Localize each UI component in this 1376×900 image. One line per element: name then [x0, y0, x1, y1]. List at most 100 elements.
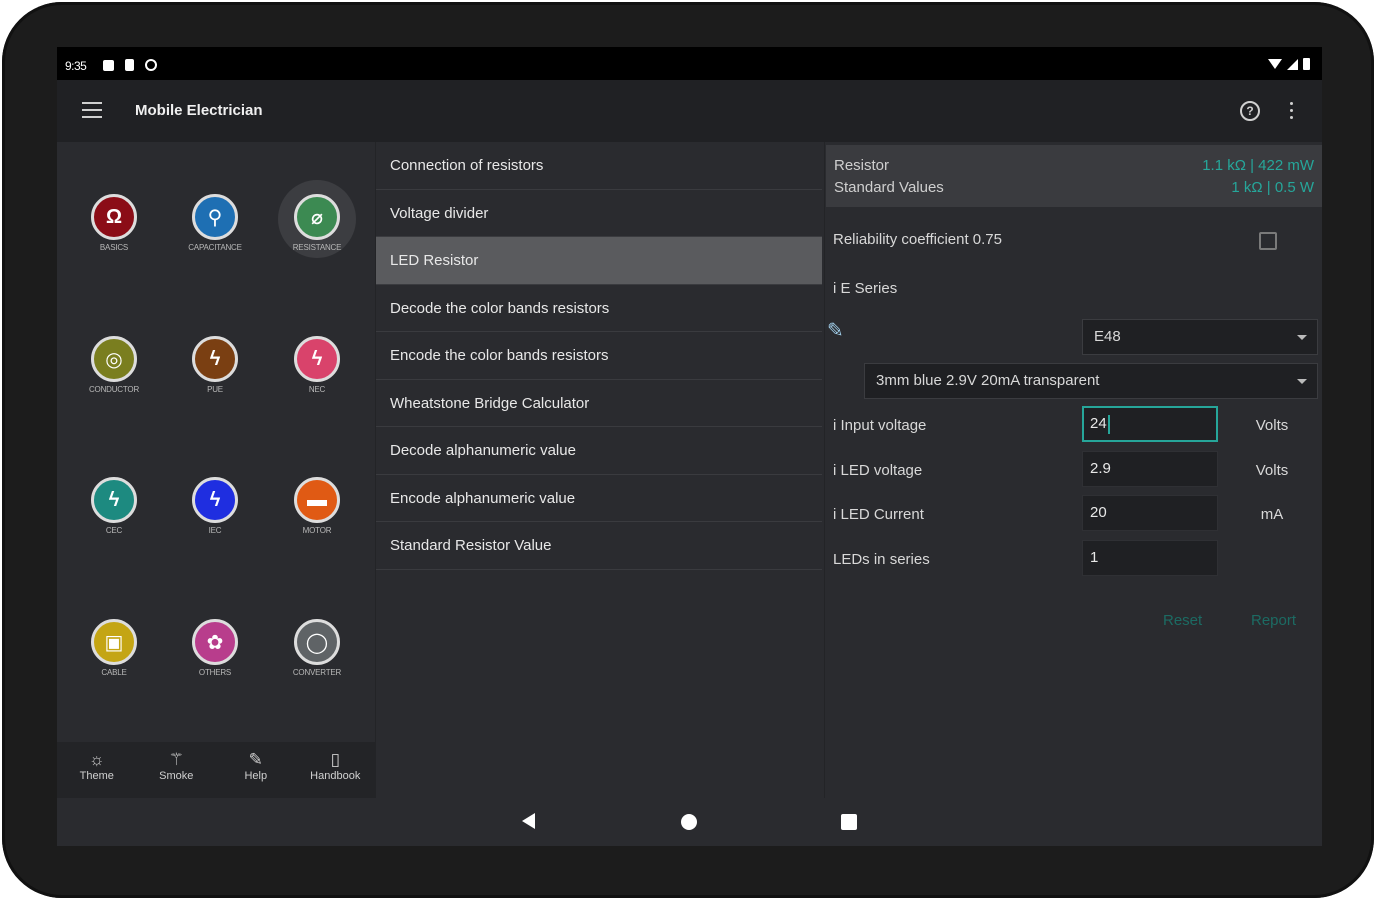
menu-item-decode-alphanumeric[interactable]: Decode alphanumeric value	[376, 427, 822, 475]
status-bar: 9:35	[57, 47, 1322, 80]
tab-handbook[interactable]: ▯ Handbook	[296, 742, 376, 798]
result-label-standard: Standard Values	[834, 179, 944, 196]
category-conductor[interactable]: ◎ CONDUCTOR	[69, 336, 159, 394]
category-label: CONDUCTOR	[88, 385, 140, 394]
led-voltage-field[interactable]: 2.9	[1082, 451, 1218, 487]
category-resistance[interactable]: ⌀ RESISTANCE	[272, 180, 362, 258]
battery-icon	[1303, 58, 1310, 70]
conductor-icon: ◎	[91, 336, 137, 382]
category-iec[interactable]: ϟ IEC	[170, 477, 260, 535]
category-label: CABLE	[101, 668, 127, 677]
notification-icon	[103, 59, 114, 71]
led-type-select[interactable]: 3mm blue 2.9V 20mA transparent	[864, 363, 1318, 399]
more-options-icon[interactable]	[1290, 102, 1294, 120]
text-caret	[1107, 414, 1110, 434]
input-voltage-unit: Volts	[1255, 417, 1289, 434]
screen: 9:35 Mobile Electrician ? Ω BASICS ⚲ CAP…	[57, 47, 1322, 846]
menu-item-encode-color-bands[interactable]: Encode the color bands resistors	[376, 332, 822, 380]
category-converter[interactable]: ◯ CONVERTER	[272, 619, 362, 677]
category-label: CAPACITANCE	[188, 243, 242, 252]
result-label-resistor: Resistor	[834, 157, 890, 174]
menu-item-voltage-divider[interactable]: Voltage divider	[376, 190, 822, 237]
smoke-icon: ⚚	[168, 750, 184, 769]
category-label: NEC	[308, 385, 326, 394]
tab-smoke[interactable]: ⚚ Smoke	[137, 742, 217, 798]
led-type-value: 3mm blue 2.9V 20mA transparent	[876, 372, 1100, 389]
eseries-value: E48	[1094, 328, 1121, 345]
gear-icon: ✿	[192, 619, 238, 665]
chevron-down-icon	[1297, 379, 1307, 384]
menu-item-decode-color-bands[interactable]: Decode the color bands resistors	[376, 285, 822, 332]
category-label: MOTOR	[302, 526, 332, 535]
category-nec[interactable]: ϟ NEC	[272, 336, 362, 394]
converter-icon: ◯	[294, 619, 340, 665]
report-button[interactable]: Report	[1251, 612, 1296, 629]
motor-icon: ▬	[294, 477, 340, 523]
menu-item-standard-resistor-value[interactable]: Standard Resistor Value	[376, 522, 822, 570]
home-icon[interactable]	[681, 814, 697, 830]
tab-label: Help	[244, 770, 268, 782]
category-label: RESISTANCE	[292, 243, 342, 252]
led-voltage-unit: Volts	[1255, 462, 1289, 479]
leds-series-field[interactable]: 1	[1082, 540, 1218, 576]
result-value-standard: 1 kΩ | 0.5 W	[1231, 179, 1314, 196]
result-value-resistor: 1.1 kΩ | 422 mW	[1202, 157, 1314, 174]
category-label: OTHERS	[198, 668, 232, 677]
led-current-unit: mA	[1260, 506, 1284, 523]
menu-item-encode-alphanumeric[interactable]: Encode alphanumeric value	[376, 475, 822, 522]
sd-card-icon	[125, 59, 134, 71]
ohm-icon: Ω	[91, 194, 137, 240]
bolt-icon: ϟ	[192, 477, 238, 523]
system-nav-bar	[57, 798, 1322, 846]
theme-icon: ☼	[88, 750, 105, 769]
recent-apps-icon[interactable]	[841, 814, 857, 830]
help-icon: ✎	[248, 750, 263, 769]
wifi-icon	[1268, 59, 1282, 69]
led-current-label: i LED Current	[833, 506, 924, 523]
led-icon: ✎	[827, 320, 844, 342]
resistor-icon: ⌀	[294, 194, 340, 240]
reliability-label: Reliability coefficient 0.75	[833, 231, 1002, 248]
help-icon[interactable]: ?	[1240, 101, 1260, 121]
reliability-checkbox[interactable]	[1259, 232, 1277, 250]
category-label: BASICS	[99, 243, 129, 252]
result-box: Resistor Standard Values 1.1 kΩ | 422 mW…	[826, 145, 1322, 207]
category-others[interactable]: ✿ OTHERS	[170, 619, 260, 677]
menu-icon[interactable]	[82, 102, 102, 118]
input-voltage-field[interactable]: 24	[1082, 406, 1218, 442]
leds-series-label: LEDs in series	[833, 551, 930, 568]
category-motor[interactable]: ▬ MOTOR	[272, 477, 362, 535]
menu-item-connection-of-resistors[interactable]: Connection of resistors	[376, 142, 822, 190]
led-resistor-calculator: Resistor Standard Values 1.1 kΩ | 422 mW…	[824, 142, 1322, 798]
status-time: 9:35	[65, 59, 87, 73]
cable-icon: ▣	[91, 619, 137, 665]
category-cec[interactable]: ϟ CEC	[69, 477, 159, 535]
category-pue[interactable]: ϟ PUE	[170, 336, 260, 394]
led-voltage-label: i LED voltage	[833, 462, 923, 479]
input-voltage-label: i Input voltage	[833, 417, 927, 434]
menu-item-wheatstone-bridge[interactable]: Wheatstone Bridge Calculator	[376, 380, 822, 427]
reset-button[interactable]: Reset	[1163, 612, 1202, 629]
category-basics[interactable]: Ω BASICS	[69, 194, 159, 252]
input-voltage-value: 24	[1090, 415, 1107, 432]
category-capacitance[interactable]: ⚲ CAPACITANCE	[170, 194, 260, 252]
tab-label: Theme	[79, 770, 114, 782]
menu-item-led-resistor[interactable]: LED Resistor	[376, 237, 822, 285]
led-current-field[interactable]: 20	[1082, 495, 1218, 531]
app-title: Mobile Electrician	[135, 102, 263, 119]
category-label: IEC	[208, 526, 222, 535]
back-icon[interactable]	[522, 813, 535, 829]
eseries-label: i E Series	[833, 280, 898, 297]
category-cable[interactable]: ▣ CABLE	[69, 619, 159, 677]
tab-help[interactable]: ✎ Help	[216, 742, 296, 798]
sync-icon	[145, 59, 157, 71]
calculator-list: Connection of resistors Voltage divider …	[375, 142, 822, 798]
category-label: CEC	[105, 526, 123, 535]
status-system-icons	[1268, 58, 1310, 70]
handbook-icon: ▯	[330, 750, 340, 769]
bolt-icon: ϟ	[294, 336, 340, 382]
eseries-select[interactable]: E48	[1082, 319, 1318, 355]
category-label: CONVERTER	[292, 668, 342, 677]
tab-theme[interactable]: ☼ Theme	[57, 742, 137, 798]
bottom-tab-bar: ☼ Theme ⚚ Smoke ✎ Help ▯ Handbook	[57, 742, 375, 798]
